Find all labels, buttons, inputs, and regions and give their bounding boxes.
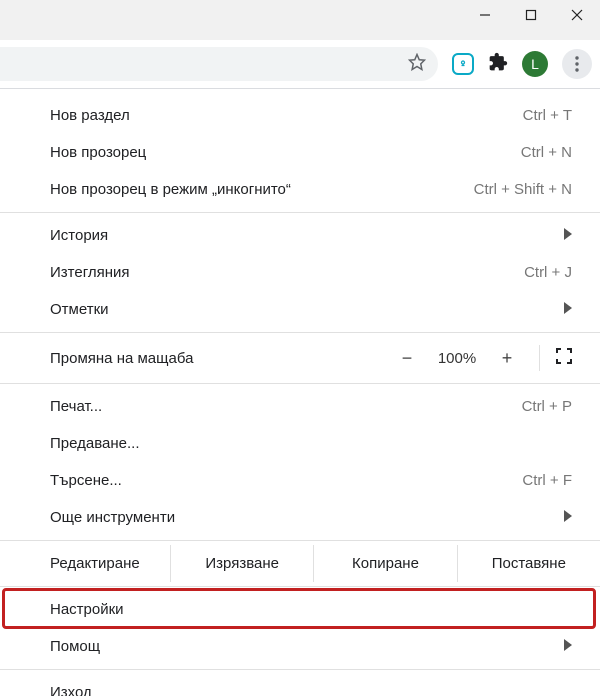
extensions-puzzle-icon[interactable] xyxy=(488,52,508,77)
menu-label: Нов прозорец в режим „инкогнито“ xyxy=(50,181,291,198)
browser-toolbar: L xyxy=(0,40,600,88)
menu-item-cast[interactable]: Предаване... xyxy=(0,425,600,462)
menu-item-new-window[interactable]: Нов прозорец Ctrl + N xyxy=(0,134,600,171)
menu-divider xyxy=(0,332,600,333)
menu-shortcut: Ctrl + P xyxy=(522,398,572,415)
bookmark-star-icon[interactable] xyxy=(408,53,426,76)
menu-divider xyxy=(0,669,600,670)
window-minimize-button[interactable] xyxy=(462,0,508,30)
submenu-arrow-icon xyxy=(564,509,572,526)
menu-label: Търсене... xyxy=(50,472,122,489)
edit-cut-button[interactable]: Изрязване xyxy=(170,545,313,582)
menu-shortcut: Ctrl + N xyxy=(521,144,572,161)
app-menu: Нов раздел Ctrl + T Нов прозорец Ctrl + … xyxy=(0,88,600,696)
address-bar-fragment[interactable] xyxy=(0,47,438,81)
extension-icon[interactable] xyxy=(452,53,474,75)
menu-item-incognito[interactable]: Нов прозорец в режим „инкогнито“ Ctrl + … xyxy=(0,171,600,208)
menu-divider xyxy=(0,586,600,587)
menu-label: История xyxy=(50,227,108,244)
menu-item-edit-row: Редактиране Изрязване Копиране Поставяне xyxy=(0,545,600,582)
menu-item-settings[interactable]: Настройки xyxy=(0,591,600,628)
menu-label: Отметки xyxy=(50,301,109,318)
menu-item-print[interactable]: Печат... Ctrl + P xyxy=(0,388,600,425)
submenu-arrow-icon xyxy=(564,638,572,655)
menu-label: Предаване... xyxy=(50,435,140,452)
zoom-out-button[interactable]: − xyxy=(385,348,429,369)
menu-label: Промяна на мащаба xyxy=(50,350,385,367)
menu-item-exit[interactable]: Изход xyxy=(0,674,600,696)
menu-divider xyxy=(0,383,600,384)
menu-label: Нов раздел xyxy=(50,107,130,124)
edit-label: Редактиране xyxy=(0,545,170,582)
window-titlebar xyxy=(0,0,600,40)
menu-label: Изтегляния xyxy=(50,264,130,281)
app-menu-button[interactable] xyxy=(562,49,592,79)
menu-label: Нов прозорец xyxy=(50,144,146,161)
submenu-arrow-icon xyxy=(564,301,572,318)
menu-item-new-tab[interactable]: Нов раздел Ctrl + T xyxy=(0,97,600,134)
avatar-letter: L xyxy=(531,56,539,72)
menu-item-find[interactable]: Търсене... Ctrl + F xyxy=(0,462,600,499)
menu-item-more-tools[interactable]: Още инструменти xyxy=(0,499,600,536)
menu-label: Печат... xyxy=(50,398,102,415)
menu-item-history[interactable]: История xyxy=(0,217,600,254)
zoom-separator xyxy=(539,345,540,371)
menu-shortcut: Ctrl + T xyxy=(523,107,572,124)
menu-divider xyxy=(0,212,600,213)
menu-item-bookmarks[interactable]: Отметки xyxy=(0,291,600,328)
submenu-arrow-icon xyxy=(564,227,572,244)
menu-item-zoom: Промяна на мащаба − 100% + xyxy=(0,337,600,379)
menu-label: Настройки xyxy=(50,601,124,618)
menu-shortcut: Ctrl + J xyxy=(524,264,572,281)
menu-shortcut: Ctrl + Shift + N xyxy=(474,181,572,198)
edit-paste-button[interactable]: Поставяне xyxy=(457,545,600,582)
menu-item-downloads[interactable]: Изтегляния Ctrl + J xyxy=(0,254,600,291)
fullscreen-button[interactable] xyxy=(546,348,582,368)
window-maximize-button[interactable] xyxy=(508,0,554,30)
menu-label: Още инструменти xyxy=(50,509,175,526)
zoom-in-button[interactable]: + xyxy=(485,348,529,369)
window-close-button[interactable] xyxy=(554,0,600,30)
menu-item-help[interactable]: Помощ xyxy=(0,628,600,665)
menu-divider xyxy=(0,540,600,541)
zoom-controls: − 100% + xyxy=(385,345,582,371)
menu-label: Изход xyxy=(50,684,92,696)
zoom-value: 100% xyxy=(429,350,485,367)
edit-copy-button[interactable]: Копиране xyxy=(313,545,456,582)
profile-avatar[interactable]: L xyxy=(522,51,548,77)
menu-shortcut: Ctrl + F xyxy=(522,472,572,489)
menu-label: Помощ xyxy=(50,638,100,655)
